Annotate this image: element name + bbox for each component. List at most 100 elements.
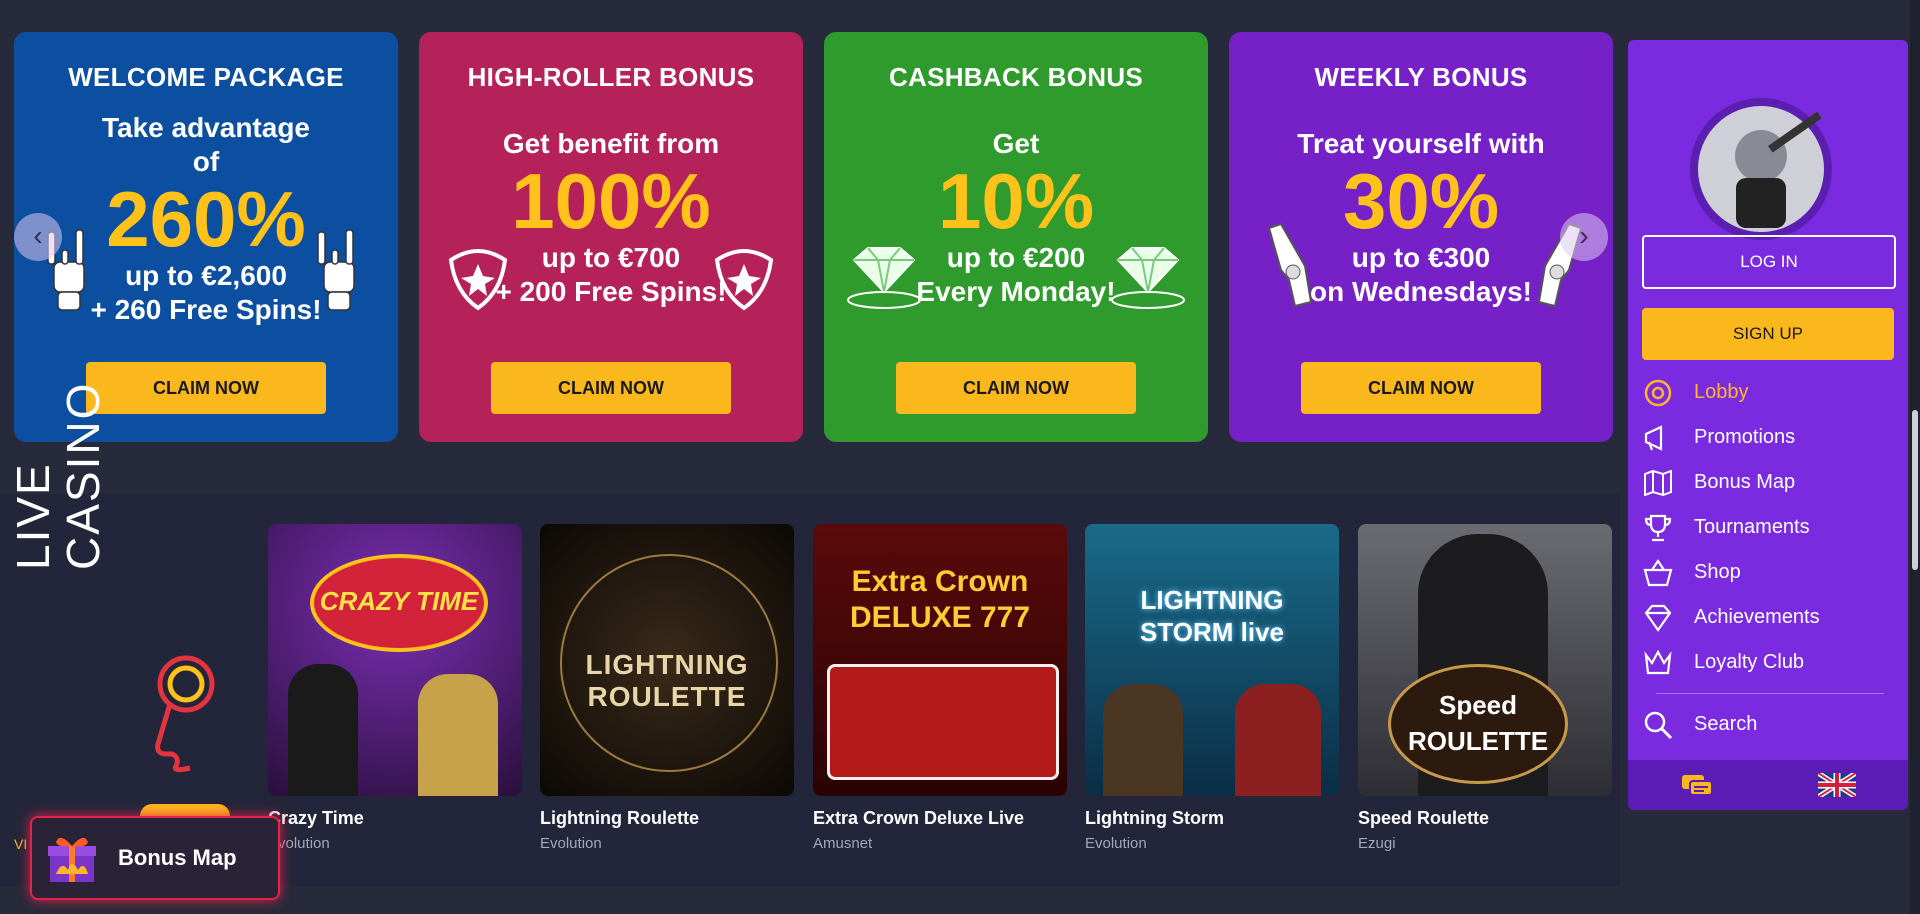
promo-title: WELCOME PACKAGE	[68, 62, 344, 92]
rocker-avatar-icon	[1735, 111, 1822, 228]
sidebar-item-shop[interactable]: Shop	[1642, 550, 1898, 595]
sidebar-item-bonus-map[interactable]: Bonus Map	[1642, 460, 1898, 505]
chat-icon[interactable]	[1680, 771, 1714, 799]
lobby-icon	[1642, 378, 1674, 408]
promo-card-cashback: CASHBACK BONUS Get 10% up to €200 Every …	[824, 32, 1208, 442]
game-provider: Amusnet	[813, 835, 873, 852]
game-card-lightning-roulette[interactable]: LIGHTNING ROULETTE Lightning Roulette Ev…	[540, 524, 794, 852]
carousel-next-button[interactable]: ›	[1560, 213, 1608, 261]
sidebar-item-label: Bonus Map	[1694, 471, 1796, 493]
sidebar-item-label: Shop	[1694, 561, 1741, 583]
claim-now-button[interactable]: CLAIM NOW	[491, 362, 731, 414]
sidebar-item-label: Achievements	[1694, 606, 1820, 628]
trophy-icon	[1642, 513, 1674, 543]
game-name: Crazy Time	[268, 808, 364, 828]
game-logo: LIGHTNING STORM live	[1139, 585, 1284, 647]
guitar-pick-icon	[714, 249, 774, 311]
game-logo: Speed ROULETTE	[1388, 664, 1568, 784]
game-card-lightning-storm[interactable]: LIGHTNING STORM live Lightning Storm Evo…	[1085, 524, 1339, 852]
promo-title: WEEKLY BONUS	[1314, 62, 1528, 92]
game-logo: CRAZY TIME	[310, 554, 488, 652]
divider	[1656, 693, 1884, 694]
carousel-prev-button[interactable]: ‹	[14, 213, 62, 261]
promo-lead: Take advantage	[101, 112, 311, 143]
live-title-line: LIVE	[7, 462, 59, 570]
promo-title: CASHBACK BONUS	[888, 62, 1144, 92]
sidebar-item-achievements[interactable]: Achievements	[1642, 595, 1898, 640]
view-all-link[interactable]: VI	[14, 836, 27, 852]
bonus-map-label: Bonus Map	[118, 845, 237, 870]
sidebar-item-label: Tournaments	[1694, 516, 1810, 538]
game-card-speed-roulette[interactable]: Speed ROULETTE Speed Roulette Ezugi	[1358, 524, 1612, 852]
sevens-graphic	[827, 664, 1059, 780]
sidebar-item-label: Loyalty Club	[1694, 651, 1805, 673]
skeleton-hand-icon	[317, 229, 355, 311]
diamond-icon	[1642, 603, 1674, 633]
sidebar-item-promotions[interactable]: Promotions	[1642, 415, 1898, 460]
live-casino-title: LIVE CASINO	[7, 381, 109, 570]
promo-card-high-roller: HIGH-ROLLER BONUS Get benefit from 100% …	[419, 32, 803, 442]
game-thumbnail[interactable]: CRAZY TIME	[268, 524, 522, 796]
host-figure	[288, 664, 358, 796]
claim-now-button[interactable]: CLAIM NOW	[1301, 362, 1541, 414]
promo-lead: of	[192, 146, 220, 177]
revolver-icon	[1267, 222, 1313, 308]
live-title-line: CASINO	[57, 381, 109, 570]
promo-lead: Get	[992, 128, 1040, 159]
game-name: Speed Roulette	[1358, 808, 1490, 828]
sidebar-item-label: Promotions	[1694, 426, 1796, 448]
game-thumbnail[interactable]: Speed ROULETTE	[1358, 524, 1612, 796]
uk-flag-icon[interactable]	[1818, 773, 1856, 797]
game-logo: Extra Crown DELUXE 777	[849, 565, 1031, 634]
roulette-ring	[560, 554, 778, 772]
map-icon	[1642, 468, 1674, 498]
game-provider: Evolution	[540, 835, 602, 852]
promo-percent: 100%	[511, 157, 711, 245]
game-thumbnail[interactable]: Extra Crown DELUXE 777	[813, 524, 1067, 796]
sidebar-item-search[interactable]: Search	[1642, 702, 1898, 747]
sidebar-footer	[1628, 760, 1908, 810]
claim-now-button[interactable]: CLAIM NOW	[86, 362, 326, 414]
game-name: Extra Crown Deluxe Live	[813, 808, 1025, 828]
basket-icon	[1642, 558, 1674, 588]
game-provider: Evolution	[1085, 835, 1147, 852]
promo-carousel: WELCOME PACKAGE Take advantage of 260% u…	[0, 0, 1620, 480]
sidebar-item-label: Search	[1694, 713, 1758, 735]
diamond-icon	[1111, 247, 1185, 309]
host-figure	[1103, 684, 1183, 796]
game-name: Lightning Storm	[1085, 808, 1224, 828]
sidebar-item-tournaments[interactable]: Tournaments	[1642, 505, 1898, 550]
game-provider: Evolution	[268, 835, 330, 852]
signup-button[interactable]: SIGN UP	[1642, 308, 1894, 360]
game-card-extra-crown-deluxe[interactable]: Extra Crown DELUXE 777 Extra Crown Delux…	[813, 524, 1067, 852]
game-thumbnail[interactable]: LIGHTNING STORM live	[1085, 524, 1339, 796]
login-button[interactable]: LOG IN	[1642, 235, 1896, 289]
sidebar-item-loyalty-club[interactable]: Loyalty Club	[1642, 640, 1898, 685]
search-icon	[1642, 710, 1674, 740]
promo-card-weekly: WEEKLY BONUS Treat yourself with 30% up …	[1229, 32, 1613, 442]
sidebar-item-lobby[interactable]: Lobby	[1642, 370, 1898, 415]
promo-card-welcome: WELCOME PACKAGE Take advantage of 260% u…	[14, 32, 398, 442]
game-provider: Ezugi	[1358, 835, 1396, 852]
game-thumbnail[interactable]: LIGHTNING ROULETTE	[540, 524, 794, 796]
sidebar-panel: LOG IN SIGN UP Lobby Promotions Bonus Ma…	[1628, 40, 1908, 810]
host-figure	[418, 674, 498, 796]
promo-title: HIGH-ROLLER BONUS	[467, 62, 755, 92]
sidebar-item-label: Lobby	[1694, 381, 1749, 403]
game-name: Lightning Roulette	[540, 808, 699, 828]
guitar-pick-icon	[448, 249, 508, 311]
bonus-map-button[interactable]: Bonus Map	[30, 816, 280, 900]
sidebar-menu: Lobby Promotions Bonus Map Tournaments S…	[1642, 370, 1898, 747]
microphone-icon	[155, 655, 215, 773]
promo-lead: Treat yourself with	[1297, 128, 1545, 159]
scrollbar[interactable]	[1910, 0, 1920, 914]
claim-now-button[interactable]: CLAIM NOW	[896, 362, 1136, 414]
host-figure	[1235, 684, 1321, 796]
scrollbar-thumb[interactable]	[1912, 410, 1918, 570]
avatar[interactable]	[1690, 98, 1832, 240]
promo-lead: Get benefit from	[502, 128, 720, 159]
crown-icon	[1642, 648, 1674, 678]
gift-icon	[48, 837, 96, 882]
game-card-crazy-time[interactable]: CRAZY TIME Crazy Time Evolution	[268, 524, 522, 852]
diamond-icon	[847, 247, 921, 309]
